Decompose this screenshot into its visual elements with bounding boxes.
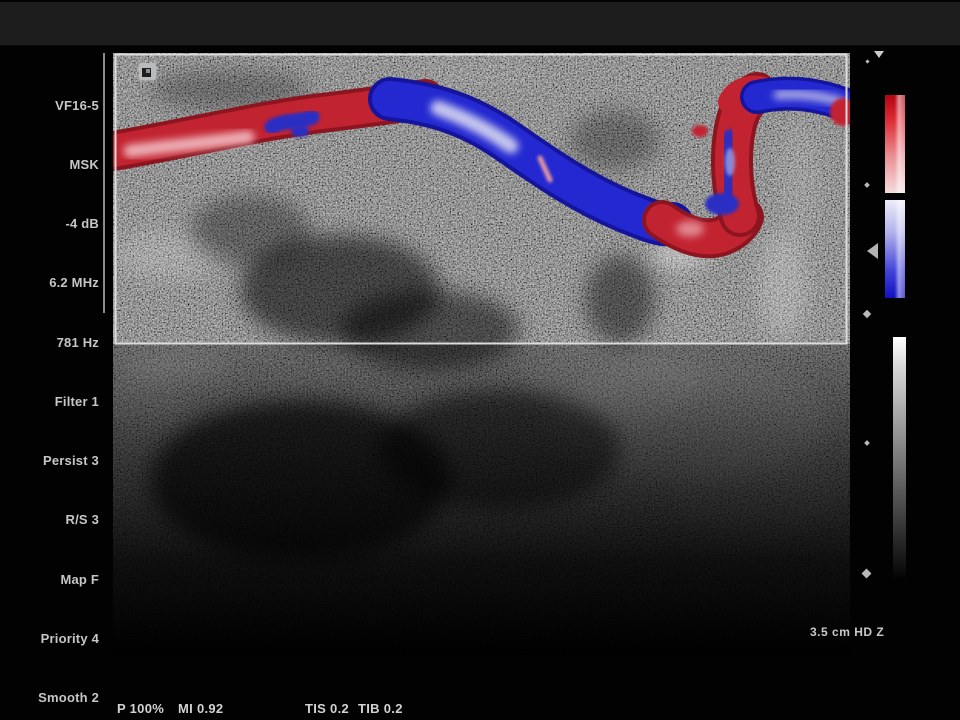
probe-orientation-notch (142, 68, 151, 77)
depth-tick (864, 440, 870, 446)
doppler-scale-blue (885, 200, 905, 298)
baseline-marker-icon (867, 243, 878, 259)
mechanical-index-readout: MI 0.92 (178, 701, 223, 716)
imaging-parameters-panel: VF16-5 MSK -4 dB 6.2 MHz 781 Hz Filter 1… (0, 56, 99, 720)
param-prf: 781 Hz (0, 333, 99, 353)
param-preset: MSK (0, 155, 99, 175)
probe-orientation-icon (139, 63, 156, 80)
tis-readout: TIS 0.2 (305, 701, 349, 716)
depth-tick (862, 569, 872, 579)
param-persist: Persist 3 (0, 451, 99, 471)
ultrasound-screen: VF16-5 MSK -4 dB 6.2 MHz 781 Hz Filter 1… (0, 0, 960, 720)
depth-tick (863, 310, 871, 318)
acoustic-power-readout: P 100% (117, 701, 164, 716)
doppler-scale-red (885, 95, 905, 193)
param-priority: Priority 4 (0, 629, 99, 649)
tib-readout: TIB 0.2 (358, 701, 403, 716)
depth-tick (865, 59, 869, 63)
depth-fade (113, 344, 850, 655)
depth-readout: 3.5 cm HD Z (810, 625, 884, 639)
header-bar (0, 2, 960, 46)
grayscale-bar (893, 337, 906, 579)
focus-marker-icon (874, 51, 884, 58)
param-resolution-speed: R/S 3 (0, 510, 99, 530)
param-filter: Filter 1 (0, 392, 99, 412)
param-map: Map F (0, 570, 99, 590)
param-transducer: VF16-5 (0, 96, 99, 116)
depth-tick (864, 182, 870, 188)
ultrasound-image (113, 53, 850, 655)
probe-orientation-dot (146, 69, 150, 73)
param-gain: -4 dB (0, 214, 99, 234)
param-smooth: Smooth 2 (0, 688, 99, 708)
param-divider-line (103, 53, 105, 313)
param-frequency: 6.2 MHz (0, 273, 99, 293)
